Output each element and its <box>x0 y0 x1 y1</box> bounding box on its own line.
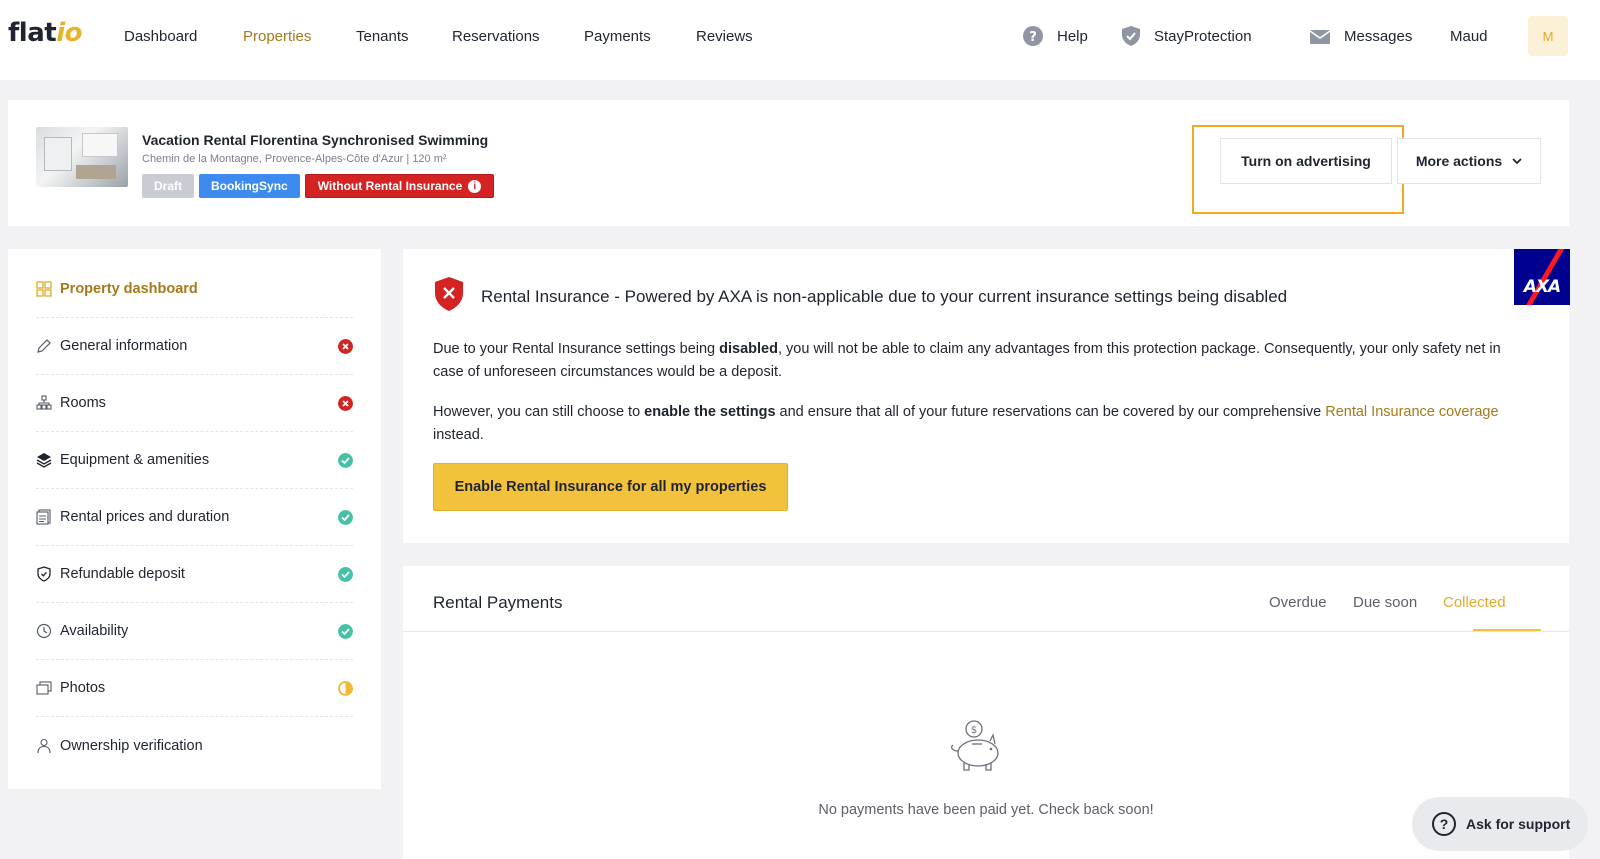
question-icon: ? <box>1432 812 1456 836</box>
insurance-paragraph-1: Due to your Rental Insurance settings be… <box>433 338 1523 384</box>
sidebar-item-ownership-verification[interactable]: Ownership verification <box>36 717 353 774</box>
person-icon <box>36 738 52 754</box>
avatar[interactable]: M <box>1528 16 1568 56</box>
sidebar-item-general-information[interactable]: General information <box>36 318 353 375</box>
shield-check-icon <box>36 566 52 582</box>
logo-text: flat <box>8 18 57 48</box>
more-actions-label: More actions <box>1415 153 1503 169</box>
insurance-panel: Rental Insurance - Powered by AXA is non… <box>403 249 1570 543</box>
info-icon[interactable]: i <box>468 179 482 193</box>
sidebar-item-availability[interactable]: Availability <box>36 603 353 660</box>
error-status-icon <box>338 396 353 411</box>
piggy-bank-icon: $ <box>951 720 999 771</box>
rental-payments-panel: Rental Payments Overdue Due soon Collect… <box>403 566 1569 859</box>
draft-badge: Draft <box>142 174 195 198</box>
sidebar-item-label: Availability <box>60 623 129 639</box>
help-icon[interactable]: ? <box>1022 25 1044 47</box>
logo-accent-text: io <box>56 18 82 48</box>
sidebar-item-label: Photos <box>60 680 106 696</box>
nav-tenants[interactable]: Tenants <box>356 28 409 45</box>
turn-on-advertising-button[interactable]: Turn on advertising <box>1220 138 1392 184</box>
sidebar-item-label: Property dashboard <box>60 281 198 297</box>
ask-for-support-label: Ask for support <box>1466 816 1571 832</box>
ask-for-support-button[interactable]: ? Ask for support <box>1412 797 1588 851</box>
active-tab-indicator <box>1473 629 1541 631</box>
rental-payments-title: Rental Payments <box>433 593 563 612</box>
rooms-icon <box>36 395 52 411</box>
pencil-icon <box>36 338 52 354</box>
text-strong: enable the settings <box>644 404 776 420</box>
property-badges: Draft BookingSync Without Rental Insuran… <box>142 174 495 198</box>
text-segment: instead. <box>433 427 484 443</box>
sidebar-item-rental-prices[interactable]: Rental prices and duration <box>36 489 353 546</box>
tabs-divider <box>403 631 1569 632</box>
nav-payments[interactable]: Payments <box>584 28 651 45</box>
flatio-logo[interactable]: flat io <box>8 18 82 58</box>
shield-x-icon <box>435 277 463 311</box>
axa-logo: AXA <box>1514 249 1570 305</box>
nav-properties[interactable]: Properties <box>243 28 311 45</box>
shield-icon[interactable] <box>1120 25 1142 47</box>
sidebar-item-refundable-deposit[interactable]: Refundable deposit <box>36 546 353 603</box>
payments-empty-message: No payments have been paid yet. Check ba… <box>818 802 1154 818</box>
nav-reviews[interactable]: Reviews <box>696 28 753 45</box>
ok-status-icon <box>338 624 353 639</box>
svg-text:?: ? <box>1029 30 1037 45</box>
property-address: Chemin de la Montagne, Provence-Alpes-Cô… <box>142 153 447 165</box>
insurance-title: Rental Insurance - Powered by AXA is non… <box>481 287 1288 306</box>
axa-logo-text: AXA <box>1523 277 1561 297</box>
sidebar-item-label: General information <box>60 338 188 354</box>
grid-icon <box>36 281 52 297</box>
chevron-down-icon <box>1512 157 1522 164</box>
tab-collected[interactable]: Collected <box>1443 594 1506 611</box>
no-insurance-label: Without Rental Insurance <box>317 179 463 193</box>
error-status-icon <box>338 339 353 354</box>
sidebar-item-label: Equipment & amenities <box>60 452 210 468</box>
photos-icon <box>36 680 52 696</box>
property-thumbnail[interactable] <box>36 127 128 187</box>
nav-dashboard[interactable]: Dashboard <box>124 28 197 45</box>
ok-status-icon <box>338 510 353 525</box>
more-actions-button[interactable]: More actions <box>1397 138 1541 184</box>
sidebar-item-label: Rooms <box>60 395 106 411</box>
sidebar-item-label: Rental prices and duration <box>60 509 230 525</box>
sidebar-item-rooms[interactable]: Rooms <box>36 375 353 432</box>
nav-help[interactable]: Help <box>1057 28 1088 45</box>
tab-due-soon[interactable]: Due soon <box>1353 594 1417 611</box>
tab-overdue[interactable]: Overdue <box>1269 594 1327 611</box>
bookingsync-badge: BookingSync <box>199 174 300 198</box>
sidebar-item-property-dashboard[interactable]: Property dashboard <box>36 261 353 318</box>
text-segment: Due to your Rental Insurance settings be… <box>433 341 720 357</box>
user-name[interactable]: Maud <box>1450 28 1488 45</box>
enable-insurance-button[interactable]: Enable Rental Insurance for all my prope… <box>433 463 788 511</box>
no-insurance-badge[interactable]: Without Rental Insurance i <box>304 174 495 198</box>
layers-icon <box>36 452 52 468</box>
partial-status-icon <box>338 681 353 696</box>
ok-status-icon <box>338 453 353 468</box>
sidebar-item-label: Refundable deposit <box>60 566 185 582</box>
text-segment: and ensure that all of your future reser… <box>775 404 1326 420</box>
property-title: Vacation Rental Florentina Synchronised … <box>142 132 489 148</box>
thumb-shape <box>44 137 72 171</box>
sidebar-item-photos[interactable]: Photos <box>36 660 353 717</box>
nav-stayprotection[interactable]: StayProtection <box>1154 28 1252 45</box>
prices-icon <box>36 509 52 525</box>
insurance-paragraph-2: However, you can still choose to enable … <box>433 401 1523 447</box>
ok-status-icon <box>338 567 353 582</box>
text-strong: disabled <box>719 341 778 357</box>
sidebar-item-equipment[interactable]: Equipment & amenities <box>36 432 353 489</box>
thumb-shape <box>76 165 116 179</box>
envelope-icon[interactable] <box>1309 26 1331 48</box>
rental-insurance-coverage-link[interactable]: Rental Insurance coverage <box>1325 404 1498 420</box>
svg-text:$: $ <box>971 725 977 736</box>
nav-reservations[interactable]: Reservations <box>452 28 540 45</box>
top-navigation: flat io Dashboard Properties Tenants Rese… <box>0 0 1600 80</box>
nav-messages[interactable]: Messages <box>1344 28 1412 45</box>
property-sidebar: Property dashboard General information R… <box>8 249 381 789</box>
clock-icon <box>36 623 52 639</box>
property-header: Vacation Rental Florentina Synchronised … <box>8 100 1569 226</box>
sidebar-item-label: Ownership verification <box>60 737 203 754</box>
thumb-shape <box>82 133 118 157</box>
text-segment: However, you can still choose to <box>433 404 645 420</box>
